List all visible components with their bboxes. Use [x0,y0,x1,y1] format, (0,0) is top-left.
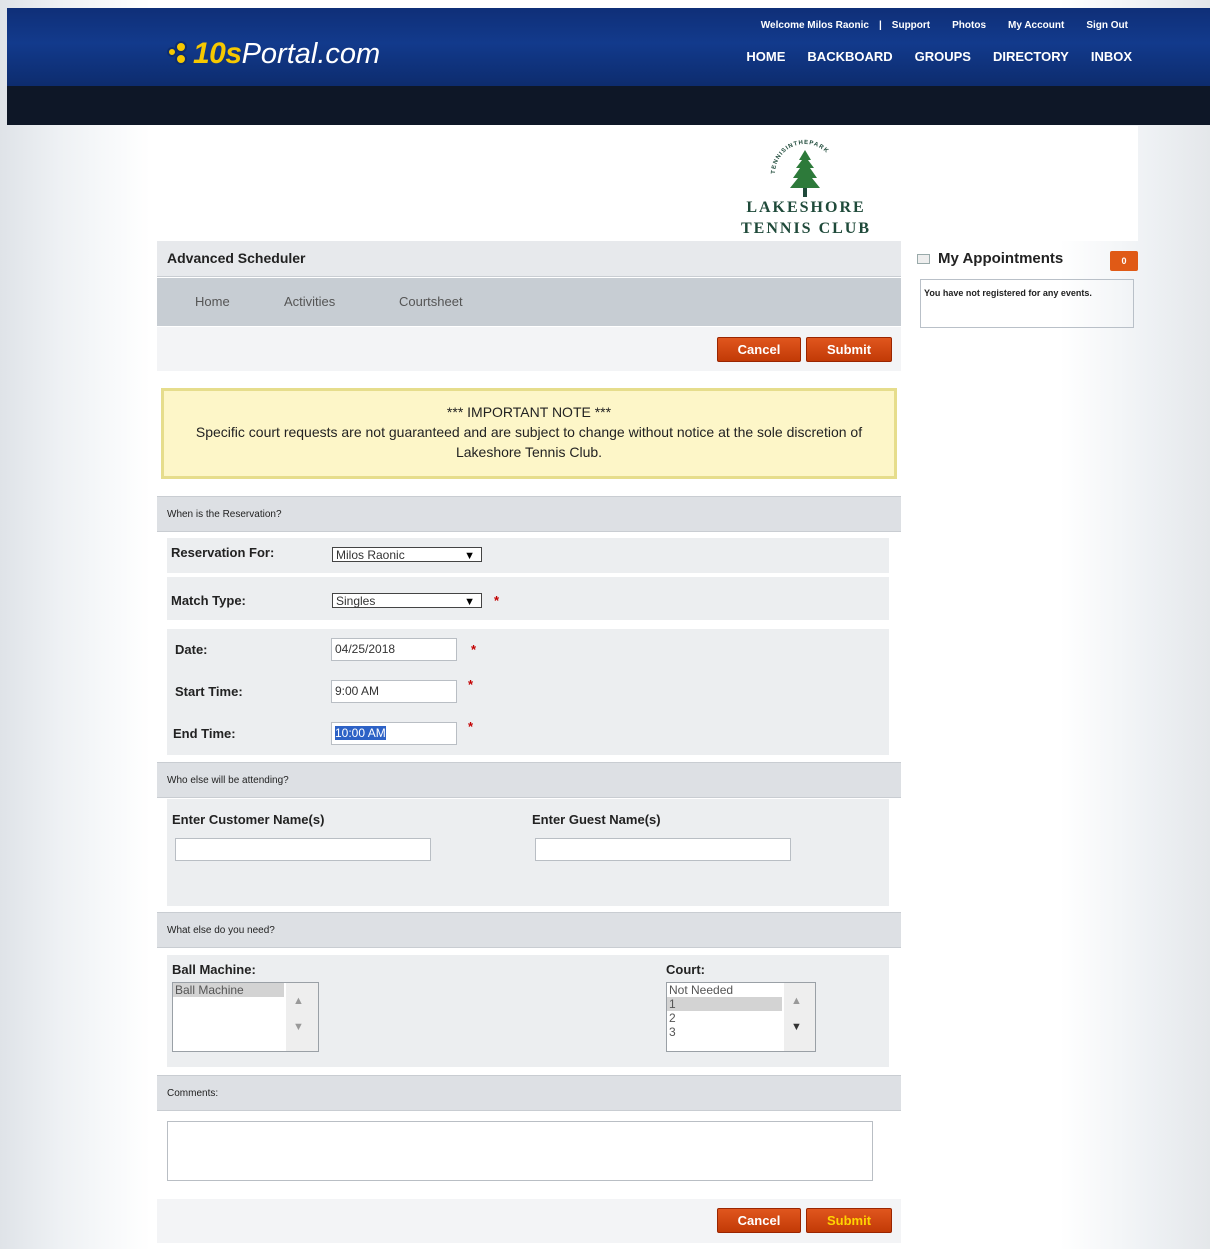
section-comments: Comments: [157,1075,901,1111]
end-time-input[interactable]: 10:00 AM [331,722,457,745]
scheduler-panel: Advanced Scheduler Home Activities Court… [157,241,901,1249]
scheduler-tabs: Home Activities Courtsheet [157,278,901,326]
top-link-my-account[interactable]: My Account [1008,20,1064,31]
reservation-for-value: Milos Raonic [336,548,405,562]
scheduler-title: Advanced Scheduler [167,250,306,266]
dropdown-arrow-icon: ▼ [464,596,475,608]
nav-directory[interactable]: DIRECTORY [993,49,1069,64]
welcome-text: Welcome Milos Raonic [760,20,869,31]
top-button-row: Cancel Submit [157,327,901,371]
top-links-separator: | [878,20,882,31]
start-time-input[interactable]: 9:00 AM [331,680,457,703]
appointments-title: My Appointments [938,250,1064,267]
cancel-button[interactable]: Cancel [717,337,801,362]
date-label: Date: [175,642,208,657]
reservation-for-row: Reservation For: Milos Raonic ▼ [167,538,889,573]
customer-names-input[interactable] [175,838,431,861]
scroll-up-icon[interactable]: ▲ [791,995,802,1007]
court-scrollbar[interactable]: ▲ ▼ [784,983,815,1051]
tab-courtsheet[interactable]: Courtsheet [399,294,463,309]
note-title: *** IMPORTANT NOTE *** [446,404,612,420]
tab-activities[interactable]: Activities [284,294,335,309]
dropdown-arrow-icon: ▼ [464,550,475,562]
comments-label: Comments: [167,1088,219,1099]
match-type-label: Match Type: [171,593,246,608]
site-logo[interactable]: 10s Portal.com [167,34,380,74]
document-icon [917,254,930,265]
end-time-label: End Time: [173,726,236,741]
section-when: When is the Reservation? [157,496,901,532]
required-star: * [468,677,474,692]
main-nav: HOME BACKBOARD GROUPS DIRECTORY INBOX [746,49,1132,64]
nav-backboard[interactable]: BACKBOARD [807,49,892,64]
club-name-line2: Tennis Club [740,220,872,237]
note-body: Specific court requests are not guarante… [195,424,863,460]
top-link-photos[interactable]: Photos [952,20,986,31]
ball-machine-label: Ball Machine: [172,962,256,977]
section-who: Who else will be attending? [157,762,901,798]
cancel-button-bottom[interactable]: Cancel [717,1208,801,1233]
match-type-value: Singles [336,594,376,608]
nav-inbox[interactable]: INBOX [1091,49,1132,64]
guest-names-label: Enter Guest Name(s) [532,812,661,827]
scroll-down-icon[interactable]: ▼ [293,1021,304,1033]
equipment-row: Ball Machine: Ball Machine ▲ ▼ Court: No… [167,955,889,1067]
club-name-line1: Lakeshore [746,199,866,216]
top-link-sign-out[interactable]: Sign Out [1086,20,1128,31]
ball-machine-option[interactable]: Ball Machine [173,983,284,997]
section-when-label: When is the Reservation? [167,509,282,520]
top-links: Welcome Milos Raonic | Support Photos My… [761,20,1128,31]
scroll-down-icon[interactable]: ▼ [791,1021,802,1033]
end-time-value: 10:00 AM [335,726,386,740]
nav-home[interactable]: HOME [746,49,785,64]
court-label: Court: [666,962,705,977]
tab-home[interactable]: Home [195,294,230,309]
court-option[interactable]: 1 [667,997,782,1011]
nav-groups[interactable]: GROUPS [915,49,971,64]
date-input[interactable]: 04/25/2018 [331,638,457,661]
scroll-up-icon[interactable]: ▲ [293,995,304,1007]
section-what: What else do you need? [157,912,901,948]
match-type-row: Match Type: Singles ▼ * [167,577,889,620]
site-header: 10s Portal.com Welcome Milos Raonic | Su… [7,8,1210,86]
date-time-block: Date: 04/25/2018 * Start Time: 9:00 AM *… [167,629,889,755]
brand-name: 10s [193,37,242,70]
ball-machine-scrollbar[interactable]: ▲ ▼ [286,983,318,1051]
section-who-label: Who else will be attending? [167,775,289,786]
court-option[interactable]: Not Needed [667,983,782,997]
required-star: * [494,593,500,608]
start-time-label: Start Time: [175,684,243,699]
bottom-button-row: Cancel Submit [157,1199,901,1243]
club-logo: TENNISINTHEPARK Lakeshore Tennis Club [157,126,1138,241]
reservation-for-label: Reservation For: [171,545,275,560]
top-link-support[interactable]: Support [892,20,930,31]
comments-textarea[interactable] [167,1121,873,1181]
attendees-row: Enter Customer Name(s) Enter Guest Name(… [167,799,889,906]
guest-names-input[interactable] [535,838,791,861]
submit-button-bottom[interactable]: Submit [806,1208,892,1233]
appointments-box: You have not registered for any events. [920,279,1134,328]
section-what-label: What else do you need? [167,925,275,936]
submit-button[interactable]: Submit [806,337,892,362]
reservation-for-select[interactable]: Milos Raonic ▼ [332,547,482,562]
brand-suffix: Portal.com [241,37,381,70]
scheduler-titlebar: Advanced Scheduler [157,241,901,277]
required-star: * [468,719,474,734]
appointments-header: My Appointments [917,250,1063,267]
important-note: *** IMPORTANT NOTE *** Specific court re… [161,388,897,479]
customer-names-label: Enter Customer Name(s) [172,812,325,827]
header-subbar [7,86,1210,125]
appointments-count-badge[interactable]: 0 [1110,251,1138,271]
tennis-balls-icon [167,41,189,67]
required-star: * [471,642,477,657]
match-type-select[interactable]: Singles ▼ [332,593,482,608]
